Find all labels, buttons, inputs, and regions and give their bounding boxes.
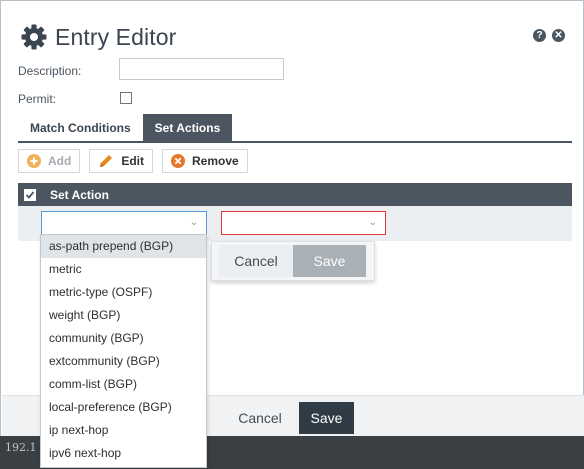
add-button-label: Add [48, 154, 72, 168]
tab-bar: Match Conditions Set Actions [18, 114, 233, 142]
select-all-checkbox[interactable] [24, 188, 36, 201]
save-button[interactable]: Save [299, 402, 354, 434]
add-button[interactable]: Add [18, 149, 81, 173]
tab-set-actions[interactable]: Set Actions [142, 114, 233, 142]
plus-circle-icon [27, 154, 41, 168]
set-action-select[interactable]: ⌄ [41, 211, 207, 235]
edit-button[interactable]: Edit [89, 149, 153, 173]
row-cancel-button[interactable]: Cancel [219, 245, 293, 277]
remove-button-label: Remove [192, 154, 239, 168]
row-save-button[interactable]: Save [293, 245, 366, 277]
dialog-header: Entry Editor [21, 21, 176, 53]
dialog-header-actions: ? ✕ [533, 29, 565, 42]
description-input[interactable] [119, 58, 284, 80]
permit-checkbox[interactable] [120, 92, 132, 104]
grid-toolbar: Add Edit Remove [18, 149, 257, 175]
tab-underline [18, 141, 572, 143]
dropdown-option[interactable]: weight (BGP) [41, 304, 206, 327]
chevron-down-icon: ⌄ [189, 217, 198, 228]
help-icon[interactable]: ? [533, 29, 546, 42]
dropdown-option[interactable]: comm-list (BGP) [41, 373, 206, 396]
edit-button-label: Edit [121, 154, 144, 168]
dropdown-option[interactable]: ipv6 next-hop [41, 442, 206, 465]
set-action-dropdown-list: as-path prepend (BGP) metric metric-type… [40, 234, 207, 468]
dropdown-option[interactable]: metric-type (OSPF) [41, 281, 206, 304]
checkmark-icon [25, 190, 35, 199]
gear-icon [21, 24, 47, 50]
set-action-column-header: Set Action [50, 187, 109, 202]
remove-button[interactable]: Remove [162, 149, 248, 173]
pencil-icon [98, 153, 114, 169]
dialog-title: Entry Editor [55, 23, 177, 50]
tab-match-conditions[interactable]: Match Conditions [18, 114, 143, 142]
permit-label: Permit: [18, 92, 57, 106]
set-value-select[interactable]: ⌄ [221, 211, 386, 235]
status-bar-text: 192.1 [5, 441, 37, 454]
dropdown-option[interactable]: as-path prepend (BGP) [41, 235, 206, 258]
grid-header: Set Action [18, 183, 572, 206]
dropdown-option[interactable]: extcommunity (BGP) [41, 350, 206, 373]
dropdown-option[interactable]: community (BGP) [41, 327, 206, 350]
remove-circle-icon [171, 154, 185, 168]
chevron-down-icon: ⌄ [368, 217, 377, 228]
cancel-button[interactable]: Cancel [227, 402, 293, 434]
dropdown-option[interactable]: local-preference (BGP) [41, 396, 206, 419]
dropdown-option[interactable]: metric [41, 258, 206, 281]
dropdown-option[interactable]: ip next-hop [41, 419, 206, 442]
close-icon[interactable]: ✕ [552, 29, 565, 42]
description-label: Description: [18, 64, 82, 78]
